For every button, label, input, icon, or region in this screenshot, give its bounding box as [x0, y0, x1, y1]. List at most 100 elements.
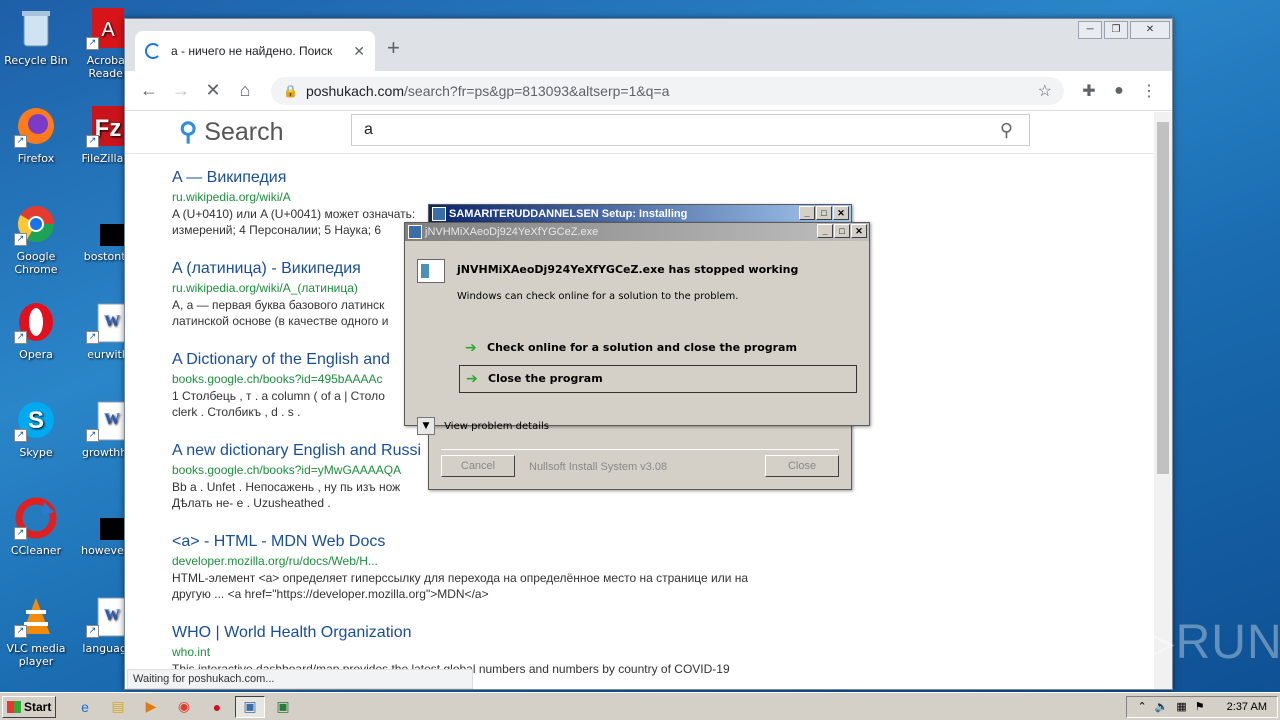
start-button[interactable]: Start — [2, 695, 56, 718]
extensions-icon[interactable]: ✚ — [1074, 81, 1104, 101]
minimize-button[interactable]: _ — [817, 224, 833, 238]
svg-text:W: W — [104, 411, 120, 428]
menu-icon[interactable]: ⋮ — [1134, 81, 1164, 101]
check-online-option[interactable]: ➔ Check online for a solution and close … — [459, 335, 857, 363]
tab-close-icon[interactable]: ✕ — [353, 43, 365, 60]
view-details-toggle[interactable]: ▼ View problem details — [417, 417, 549, 435]
network-icon[interactable]: ▦ — [1176, 700, 1186, 713]
taskbar: Start e ▤ ▶ ◉ ● ▣ ▣ ⌃ 🔈 ▦ ⚑ 2:37 AM — [0, 692, 1280, 720]
close-window-button[interactable]: ✕ — [1130, 21, 1170, 39]
chrome-taskbar-icon[interactable]: ◉ — [169, 696, 199, 718]
desktop-icon-chrome[interactable]: ↗ Google Chrome — [0, 202, 72, 276]
crash-dialog-body: jNVHMiXAeoDj924YeXfYGCeZ.exe has stopped… — [405, 241, 869, 435]
crash-subtext: Windows can check online for a solution … — [457, 291, 739, 302]
close-button[interactable]: ✕ — [833, 206, 849, 220]
address-bar[interactable]: 🔒 poshukach.com /search?fr=ps&gp=813093&… — [271, 76, 1064, 105]
volume-icon[interactable]: 🔈 — [1155, 700, 1169, 713]
maximize-button[interactable]: □ — [834, 224, 850, 238]
search-input[interactable]: a ⚲ — [351, 114, 1030, 146]
skype-icon: S ↗ — [14, 398, 58, 442]
maximize-button[interactable]: □ — [816, 206, 832, 220]
system-tray: ⌃ 🔈 ▦ ⚑ 2:37 AM — [1126, 695, 1278, 718]
result-url: who.int — [172, 645, 211, 659]
green-arrow-icon: ➔ — [465, 340, 477, 356]
back-button[interactable]: ← — [133, 80, 165, 101]
explorer-taskbar-icon[interactable]: ▤ — [103, 696, 133, 718]
maximize-button[interactable]: ❐ — [1104, 21, 1128, 39]
tab-title: а - ничего не найдено. Поиск — [171, 44, 333, 58]
crash-heading: jNVHMiXAeoDj924YeXfYGCeZ.exe has stopped… — [457, 263, 799, 276]
crash-title-bar[interactable]: jNVHMiXAeoDj924YeXfYGCeZ.exe _ □ ✕ — [405, 223, 869, 241]
desktop-icon-vlc[interactable]: ↗ VLC media player — [0, 594, 72, 668]
recycle-bin-icon — [14, 6, 58, 50]
opera-taskbar-icon[interactable]: ● — [202, 696, 232, 718]
tab-strip: а - ничего не найдено. Поиск ✕ + ─ ❐ ✕ — [125, 19, 1172, 71]
result-title-link[interactable]: A — Википедия — [172, 168, 812, 188]
tray-expand-icon[interactable]: ⌃ — [1137, 700, 1146, 713]
page-scrollbar[interactable] — [1154, 112, 1172, 689]
opera-icon: ↗ — [14, 300, 58, 344]
lock-icon: 🔒 — [283, 83, 298, 98]
installer-icon — [432, 207, 446, 221]
desktop-icon-opera[interactable]: ↗ Opera — [0, 300, 72, 361]
nsis-brand-text: Nullsoft Install System v3.08 — [529, 461, 668, 473]
flag-icon[interactable]: ⚑ — [1195, 700, 1205, 713]
ie-taskbar-icon[interactable]: e — [70, 696, 100, 718]
divider — [441, 449, 839, 450]
scrollbar-thumb[interactable] — [1157, 122, 1169, 474]
svg-text:A: A — [101, 19, 115, 41]
program-icon — [417, 259, 445, 283]
site-header: ⚲ Search a ⚲ — [125, 112, 1155, 154]
forward-button[interactable]: → — [165, 80, 197, 101]
desktop-icon-ccleaner[interactable]: ↗ CCleaner — [0, 496, 72, 557]
minimize-button[interactable]: ─ — [1078, 21, 1102, 39]
firefox-icon: ↗ — [14, 104, 58, 148]
result-snippet: другую ... <a href="https://developer.mo… — [172, 587, 489, 601]
app-crash-dialog: jNVHMiXAeoDj924YeXfYGCeZ.exe _ □ ✕ jNVHM… — [404, 222, 870, 435]
profile-icon[interactable]: ● — [1104, 82, 1134, 100]
chrome-icon: ↗ — [14, 202, 58, 246]
search-icon[interactable]: ⚲ — [1000, 115, 1013, 145]
media-player-taskbar-icon[interactable]: ▶ — [136, 696, 166, 718]
desktop-icon-skype[interactable]: S ↗ Skype — [0, 398, 72, 459]
tab-search[interactable]: а - ничего не найдено. Поиск ✕ — [135, 31, 375, 71]
new-tab-button[interactable]: + — [387, 35, 400, 61]
chevron-down-icon: ▼ — [417, 417, 435, 435]
stop-button[interactable]: ✕ — [197, 80, 229, 101]
windows-flag-icon — [7, 700, 21, 713]
app-icon — [408, 225, 422, 239]
home-button[interactable]: ⌂ — [229, 80, 261, 101]
green-arrow-icon: ➔ — [466, 371, 478, 387]
cancel-button[interactable]: Cancel — [441, 455, 515, 477]
close-button[interactable]: ✕ — [851, 224, 867, 238]
url-host: poshukach.com — [305, 82, 405, 99]
minimize-button[interactable]: _ — [799, 206, 815, 220]
result-title-link[interactable]: <a> - HTML - MDN Web Docs — [172, 532, 812, 552]
svg-text:W: W — [104, 313, 120, 330]
result-snippet: HTML-элемент <a> определяет гиперссылку … — [172, 571, 749, 585]
nsis-title-bar[interactable]: SAMARITERUDDANNELSEN Setup: Installing _… — [429, 205, 851, 223]
window-controls: ─ ❐ ✕ — [1078, 21, 1170, 39]
desktop-icon-recycle-bin[interactable]: Recycle Bin — [0, 6, 72, 67]
bookmark-star-icon[interactable]: ☆ — [1038, 81, 1052, 101]
magnifier-icon: ⚲ — [179, 118, 198, 146]
ccleaner-icon: ↗ — [14, 496, 58, 540]
close-program-option[interactable]: ➔ Close the program — [459, 365, 857, 393]
installer-taskbar-icon[interactable]: ▣ — [235, 695, 265, 718]
status-bar: Waiting for poshukach.com... — [127, 669, 473, 689]
app-taskbar-icon[interactable]: ▣ — [268, 696, 298, 718]
loading-spinner-icon — [145, 43, 161, 59]
result-item: <a> - HTML - MDN Web Docs developer.mozi… — [172, 532, 812, 623]
browser-toolbar: ← → ✕ ⌂ 🔒 poshukach.com /search?fr=ps&gp… — [125, 71, 1172, 111]
svg-text:W: W — [104, 607, 120, 624]
url-path: /search?fr=ps&gp=813093&altserp=1&q=a — [404, 82, 670, 99]
desktop-icon-firefox[interactable]: ↗ Firefox — [0, 104, 72, 165]
svg-text:S: S — [28, 407, 44, 434]
close-button[interactable]: Close — [765, 455, 839, 477]
vlc-icon: ↗ — [14, 594, 58, 638]
anyrun-watermark: ANY▷RUN — [1036, 616, 1280, 669]
result-title-link[interactable]: WHO | World Health Organization — [172, 623, 812, 643]
result-snippet: Дѣлать не- е . Uzusheathed . — [172, 496, 331, 510]
site-logo[interactable]: ⚲ Search — [179, 117, 283, 147]
clock[interactable]: 2:37 AM — [1227, 701, 1267, 713]
